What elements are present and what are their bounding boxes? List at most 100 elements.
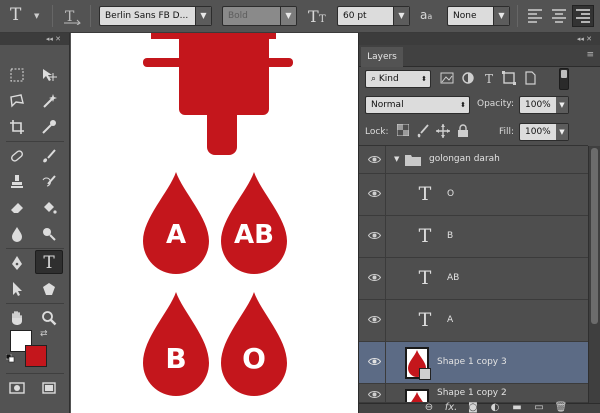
filter-smart-object-icon[interactable] [522, 71, 538, 87]
fx-icon[interactable]: fx. [443, 402, 459, 413]
font-family-select[interactable]: Berlin Sans FB D... ▼ [99, 6, 212, 26]
vector-mask-icon [419, 368, 431, 380]
path-selection-icon[interactable] [3, 277, 31, 301]
type-tool-icon[interactable]: T [35, 250, 63, 274]
toolbox-header[interactable]: ◂◂ ✕ [0, 33, 69, 45]
font-family-value: Berlin Sans FB D... [105, 11, 189, 21]
blood-drop-b: B [141, 290, 211, 400]
anti-alias-select[interactable]: None ▼ [447, 6, 510, 26]
panel-header[interactable]: ◂◂ ✕ [359, 33, 600, 45]
filter-type-icon[interactable]: T [481, 71, 497, 87]
drop-label-a: A [165, 220, 187, 250]
filter-adjustment-icon[interactable] [460, 71, 476, 87]
document-canvas[interactable]: A AB B O [71, 33, 358, 413]
eraser-icon[interactable] [3, 196, 31, 220]
layer-row-shape-copy-3[interactable]: Shape 1 copy 3 [359, 342, 588, 384]
swap-colors-icon[interactable]: ⇄ [40, 329, 48, 339]
link-layers-icon[interactable]: ⊖ [421, 402, 437, 413]
quick-mask-icon[interactable] [3, 376, 31, 400]
fill-input[interactable]: 100% ▼ [519, 123, 569, 141]
lock-transparent-icon[interactable] [395, 123, 411, 140]
filter-kind-select[interactable]: ⌕ Kind ⬍ [365, 70, 431, 88]
screen-mode-icon[interactable] [35, 376, 63, 400]
lock-label: Lock: [365, 127, 389, 137]
blend-mode-select[interactable]: Normal ⬍ [365, 96, 470, 114]
align-right-icon[interactable] [572, 5, 594, 27]
clone-stamp-icon[interactable] [3, 170, 31, 194]
tool-preset-chevron-icon[interactable]: ▼ [34, 12, 39, 32]
filter-toggle-switch[interactable] [559, 68, 569, 90]
panel-footer: ⊖ fx. ◙ ◐ ▬ ▭ 🗑 [359, 402, 600, 413]
eyedropper-icon[interactable] [35, 115, 63, 139]
filter-shape-icon[interactable] [501, 71, 517, 87]
filter-kind-value: Kind [378, 74, 399, 84]
layer-row-text-o[interactable]: T O [359, 174, 588, 216]
brush-tool-icon[interactable] [35, 144, 63, 168]
layer-row-text-ab[interactable]: T AB [359, 258, 588, 300]
background-color-swatch[interactable] [25, 345, 47, 367]
lock-all-icon[interactable] [455, 124, 471, 140]
crop-tool-icon[interactable] [3, 115, 31, 139]
group-expand-chevron-icon[interactable]: ▼ [394, 155, 399, 163]
trash-icon[interactable]: 🗑 [553, 402, 569, 413]
move-tool-icon[interactable] [35, 63, 63, 87]
lock-position-icon[interactable] [435, 124, 451, 140]
text-layer-thumb-icon: T [418, 309, 432, 331]
font-size-input[interactable]: 60 pt ▼ [337, 6, 410, 26]
visibility-eye-icon[interactable] [362, 174, 386, 215]
layer-name: golongan darah [429, 154, 500, 164]
layer-row-group[interactable]: ▼ golongan darah [359, 146, 588, 174]
adjustment-layer-icon[interactable]: ◐ [487, 402, 503, 413]
new-group-icon[interactable]: ▬ [509, 402, 525, 413]
visibility-eye-icon[interactable] [362, 146, 386, 173]
visibility-eye-icon[interactable] [362, 300, 386, 341]
layers-scrollbar[interactable] [588, 146, 600, 408]
shape-layer-thumbnail [405, 389, 429, 402]
drop-label-b: B [165, 342, 187, 375]
history-brush-icon[interactable] [35, 170, 63, 194]
hand-tool-icon[interactable] [3, 306, 31, 330]
paint-bucket-icon[interactable] [35, 196, 63, 220]
font-style-select[interactable]: Bold ▼ [222, 6, 297, 26]
visibility-eye-icon[interactable] [362, 216, 386, 257]
align-center-icon[interactable] [550, 7, 568, 25]
pen-tool-icon[interactable] [3, 251, 31, 275]
toggle-orientation-icon[interactable]: T [62, 7, 82, 26]
type-tool-icon[interactable]: T [10, 5, 21, 25]
visibility-eye-icon[interactable] [362, 258, 386, 299]
text-layer-thumb-icon: T [418, 267, 432, 289]
font-size-icon: TT [308, 7, 330, 27]
tab-layers[interactable]: Layers [361, 47, 403, 67]
lasso-tool-icon[interactable] [3, 89, 31, 113]
healing-brush-icon[interactable] [3, 144, 31, 168]
layer-name: AB [447, 273, 460, 283]
layer-row-text-b[interactable]: T B [359, 216, 588, 258]
magic-wand-icon[interactable] [35, 89, 63, 113]
blood-drop-a: A [141, 170, 211, 278]
marquee-tool-icon[interactable] [3, 63, 31, 87]
align-left-icon[interactable] [526, 7, 544, 25]
text-layer-thumb-icon: T [418, 225, 432, 247]
visibility-eye-icon[interactable] [362, 384, 386, 402]
scrollbar-thumb[interactable] [591, 148, 598, 324]
folder-icon [405, 154, 421, 169]
visibility-eye-icon[interactable] [362, 342, 386, 383]
panel-menu-icon[interactable]: ≡ [586, 50, 594, 60]
layer-row-shape-copy-2[interactable]: Shape 1 copy 2 [359, 384, 588, 403]
blood-bag-shape [143, 33, 293, 155]
blur-tool-icon[interactable] [3, 222, 31, 246]
add-mask-icon[interactable]: ◙ [465, 402, 481, 413]
chevron-down-icon: ▼ [556, 97, 568, 113]
custom-shape-icon[interactable] [35, 277, 63, 301]
filter-pixel-icon[interactable] [439, 71, 455, 87]
new-layer-icon[interactable]: ▭ [531, 402, 547, 413]
opacity-input[interactable]: 100% ▼ [519, 96, 569, 114]
default-colors-icon[interactable] [5, 353, 15, 363]
fill-label: Fill: [499, 127, 515, 137]
options-bar: T ▼ T Berlin Sans FB D... ▼ Bold ▼ TT 60… [0, 0, 600, 33]
layer-row-text-a[interactable]: T A [359, 300, 588, 342]
lock-pixels-icon[interactable] [415, 124, 431, 140]
svg-text:T: T [319, 14, 326, 25]
zoom-tool-icon[interactable] [35, 306, 63, 330]
dodge-tool-icon[interactable] [35, 222, 63, 246]
